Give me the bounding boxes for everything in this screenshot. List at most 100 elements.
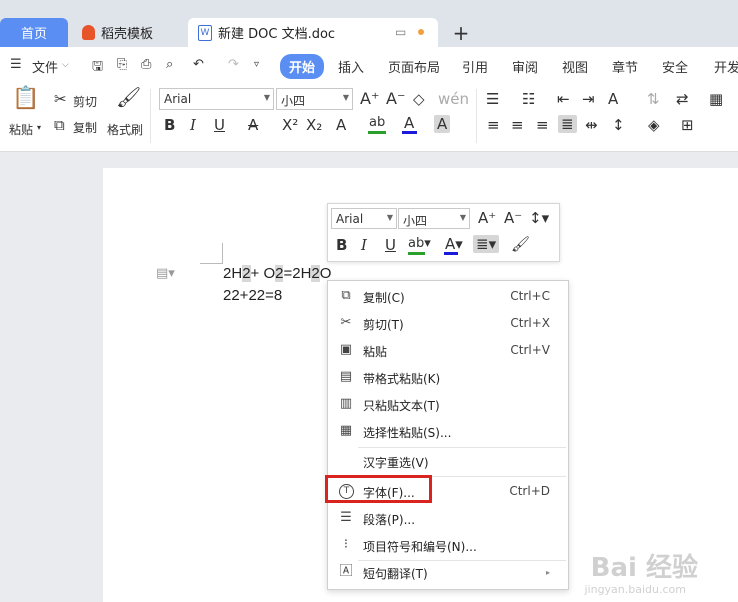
- new-tab-button[interactable]: +: [446, 18, 476, 47]
- bullet-list-icon[interactable]: ☰: [486, 91, 499, 107]
- ribbon-divider: [150, 89, 151, 143]
- menu-item-paste[interactable]: ▣ 粘贴 Ctrl+V: [328, 337, 568, 364]
- highlight-icon[interactable]: ab: [369, 115, 385, 131]
- bold-icon[interactable]: B: [336, 237, 347, 253]
- borders-icon[interactable]: ⊞: [681, 117, 694, 133]
- menu-start[interactable]: 开始: [280, 54, 325, 79]
- distributed-icon[interactable]: ⇹: [585, 117, 598, 133]
- shading-icon[interactable]: ◈: [648, 117, 660, 133]
- subscript-icon[interactable]: X₂: [306, 117, 322, 133]
- char-shading-icon[interactable]: A: [434, 115, 451, 133]
- superscript-icon[interactable]: X²: [282, 117, 298, 133]
- highlight-icon[interactable]: ab▾: [408, 236, 431, 252]
- format-painter-icon[interactable]: 🖌: [511, 236, 530, 252]
- menu-chapter[interactable]: 章节: [612, 57, 638, 76]
- shrink-font-icon[interactable]: A⁻: [504, 210, 522, 226]
- menu-review[interactable]: 审阅: [512, 57, 538, 76]
- mini-font-size-select[interactable]: 小四 ▼: [398, 208, 470, 229]
- shrink-font-icon[interactable]: A⁻: [386, 91, 405, 107]
- strikethrough-icon[interactable]: A: [248, 117, 258, 133]
- menu-developer[interactable]: 开发: [714, 57, 738, 76]
- watermark-logo: Bai 经验: [590, 553, 698, 583]
- menu-item-cut[interactable]: ✂ 剪切(T) Ctrl+X: [328, 310, 568, 337]
- decrease-indent-icon[interactable]: ⇤: [557, 91, 570, 107]
- increase-indent-icon[interactable]: ⇥: [582, 91, 595, 107]
- context-menu: ⧉ 复制(C) Ctrl+C ✂ 剪切(T) Ctrl+X ▣ 粘贴 Ctrl+…: [327, 280, 569, 590]
- grow-font-icon[interactable]: A⁺: [478, 210, 496, 226]
- document-line-1[interactable]: 2H2+ O2=2H2O: [223, 265, 331, 282]
- menu-item-paste-with-format[interactable]: ▤ 带格式粘贴(K): [328, 364, 568, 391]
- justify-icon[interactable]: ≣▾: [473, 235, 500, 253]
- copy-button[interactable]: 复制: [73, 119, 97, 136]
- mini-font-name-value: Arial: [336, 212, 364, 226]
- menu-reference[interactable]: 引用: [462, 57, 488, 76]
- line-spacing-icon[interactable]: ↕▾: [529, 210, 549, 226]
- menu-insert[interactable]: 插入: [338, 57, 364, 76]
- paste-dropdown-icon[interactable]: ▾: [37, 123, 41, 132]
- menu-item-paste-text-only[interactable]: ▥ 只粘贴文本(T): [328, 391, 568, 418]
- cut-button[interactable]: 剪切: [73, 93, 97, 110]
- sort-icon[interactable]: ⇅: [647, 91, 660, 107]
- scissors-icon[interactable]: ✂: [54, 91, 67, 107]
- format-painter-button[interactable]: 格式刷: [107, 121, 143, 138]
- paste-icon[interactable]: 📋: [12, 88, 39, 110]
- font-name-select[interactable]: Arial ▼: [159, 88, 274, 110]
- undo-icon[interactable]: ↶: [193, 57, 204, 72]
- table-icon[interactable]: ▦: [709, 91, 723, 107]
- paste-text-icon: ▥: [339, 396, 353, 411]
- menu-item-hanzi-reselect[interactable]: 汉字重选(V): [328, 448, 568, 475]
- export-icon[interactable]: ⎘: [117, 57, 127, 72]
- tab-home[interactable]: 首页: [0, 18, 68, 47]
- tab-document[interactable]: W 新建 DOC 文档.doc ▭: [188, 18, 438, 47]
- chevron-down-icon[interactable]: ⌵: [62, 60, 69, 70]
- docer-logo-icon: [82, 25, 95, 40]
- italic-icon[interactable]: I: [361, 237, 367, 253]
- text-effect-icon[interactable]: A: [336, 117, 346, 133]
- menu-page-layout[interactable]: 页面布局: [388, 57, 440, 76]
- menu-security[interactable]: 安全: [662, 57, 688, 76]
- print-preview-icon[interactable]: ⌕: [166, 57, 173, 72]
- paragraph-icon: ☰: [340, 510, 352, 525]
- align-right-icon[interactable]: ≡: [536, 117, 549, 133]
- menu-item-translate[interactable]: 🄰 短句翻译(T) ▸: [328, 559, 568, 586]
- mini-font-name-select[interactable]: Arial ▼: [331, 208, 397, 229]
- format-painter-icon[interactable]: 🖌: [116, 87, 141, 107]
- monitor-icon[interactable]: ▭: [395, 25, 406, 39]
- redo-icon[interactable]: ↷: [228, 57, 239, 72]
- align-center-icon[interactable]: ≡: [511, 117, 524, 133]
- list-icon: ⁝: [343, 537, 349, 552]
- line-spacing-icon[interactable]: ↕: [612, 117, 625, 133]
- save-icon[interactable]: 🖫: [92, 57, 103, 79]
- align-left-icon[interactable]: ≡: [487, 117, 500, 133]
- font-color-icon[interactable]: A: [404, 115, 414, 131]
- phonetic-guide-icon[interactable]: wén: [438, 91, 469, 107]
- paste-format-icon: ▤: [339, 369, 353, 384]
- font-name-value: Arial: [164, 92, 192, 106]
- menu-view[interactable]: 视图: [562, 57, 588, 76]
- font-size-select[interactable]: 小四 ▼: [276, 88, 353, 110]
- font-color-icon[interactable]: A▾: [445, 236, 463, 252]
- paragraph-handle-icon[interactable]: ▤▾: [156, 266, 175, 281]
- grow-font-icon[interactable]: A⁺: [360, 91, 379, 107]
- copy-icon[interactable]: ⧉: [54, 117, 65, 133]
- underline-icon[interactable]: U: [214, 117, 225, 133]
- show-hide-icon[interactable]: ⇄: [676, 91, 689, 107]
- print-icon[interactable]: ⎙: [141, 57, 151, 72]
- quick-access-dropdown-icon[interactable]: ▿: [254, 59, 259, 70]
- tab-template[interactable]: 稻壳模板: [72, 18, 184, 47]
- menu-item-paste-special[interactable]: ▦ 选择性粘贴(S)...: [328, 418, 568, 445]
- paste-button[interactable]: 粘贴: [9, 121, 33, 138]
- chinese-layout-icon[interactable]: A: [608, 91, 618, 107]
- bold-icon[interactable]: B: [164, 117, 175, 133]
- menu-item-bullets-numbering[interactable]: ⁝ 项目符号和编号(N)...: [328, 532, 568, 559]
- underline-icon[interactable]: U: [385, 237, 396, 253]
- italic-icon[interactable]: I: [190, 117, 196, 133]
- clear-format-icon[interactable]: ◇: [413, 91, 425, 107]
- document-line-2[interactable]: 22+22=8: [223, 287, 282, 304]
- menu-item-copy[interactable]: ⧉ 复制(C) Ctrl+C: [328, 283, 568, 310]
- numbered-list-icon[interactable]: ☷: [522, 91, 535, 107]
- justify-icon[interactable]: ≣: [558, 115, 577, 133]
- menu-item-paragraph[interactable]: ☰ 段落(P)...: [328, 505, 568, 532]
- menu-file[interactable]: 文件: [32, 57, 58, 76]
- menu-hamburger-icon[interactable]: ☰: [10, 57, 22, 72]
